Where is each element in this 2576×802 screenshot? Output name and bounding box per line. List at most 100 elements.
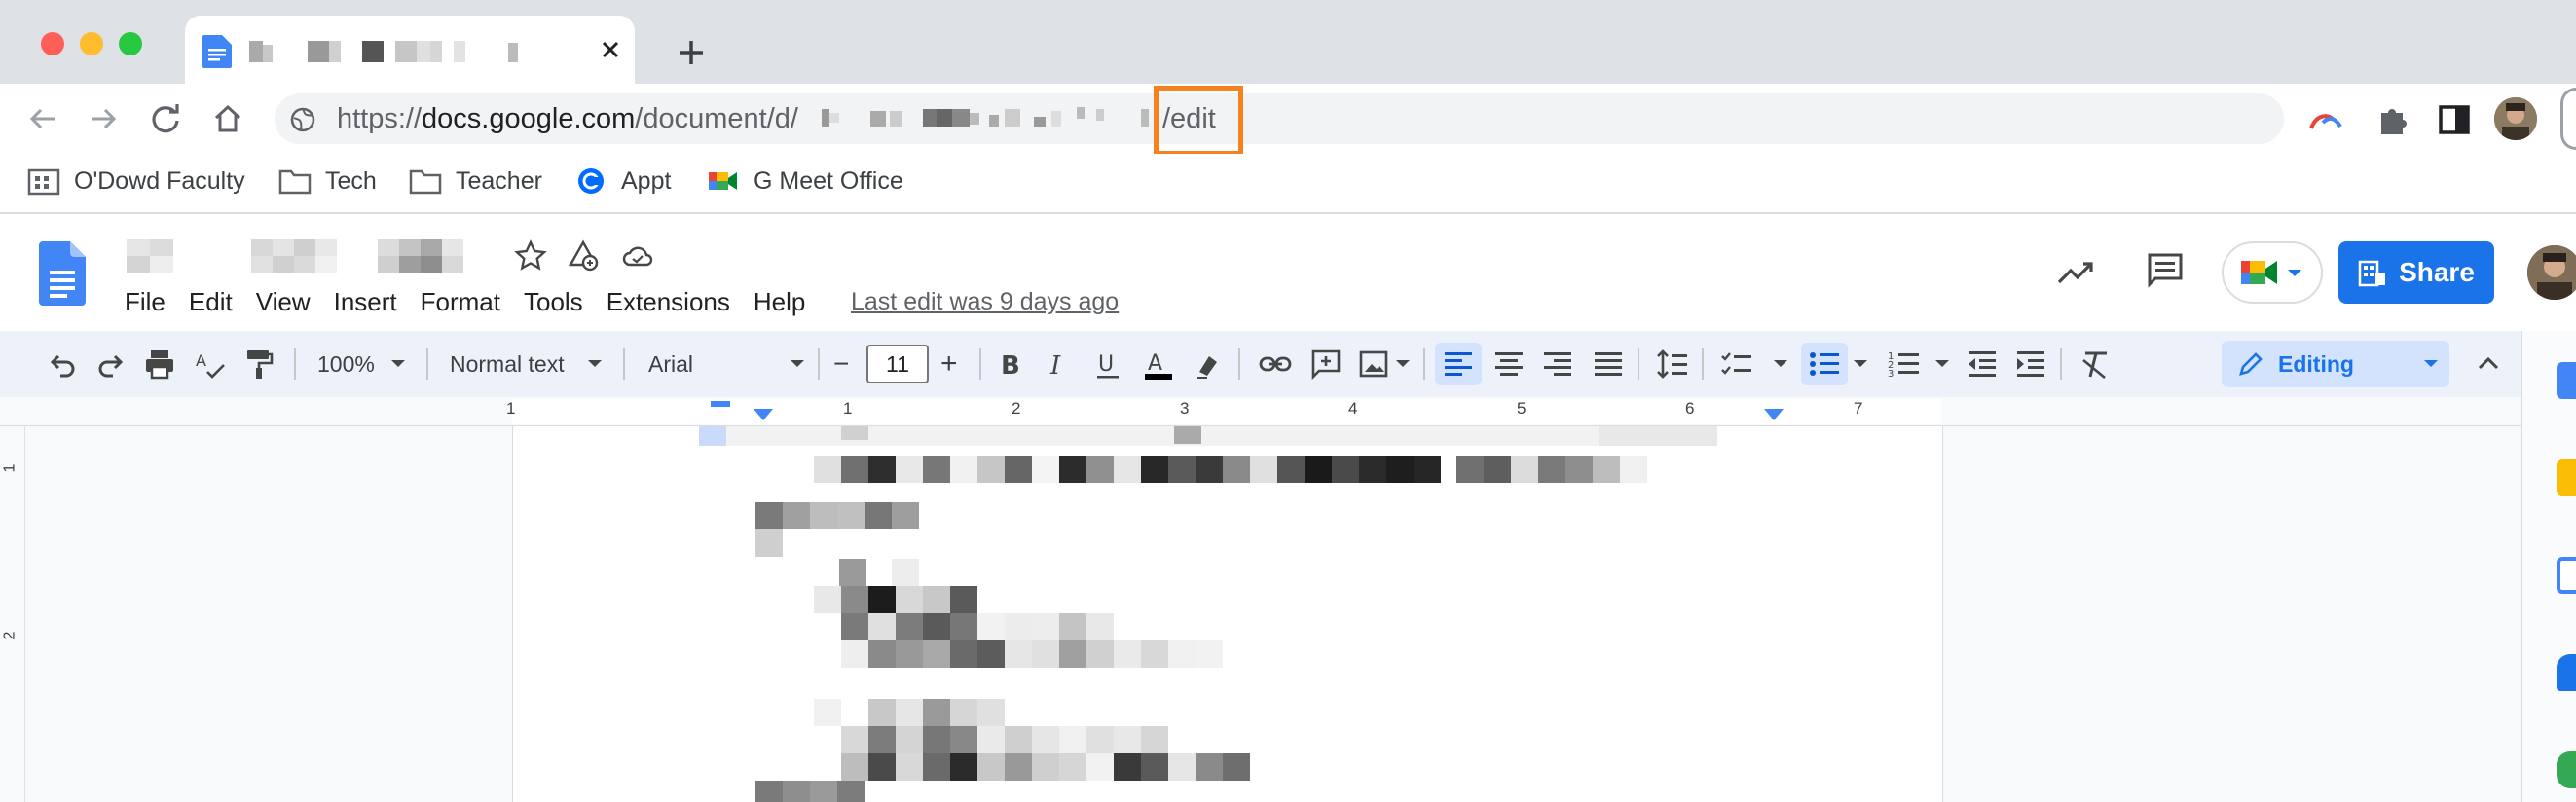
menu-insert[interactable]: Insert [334,282,397,321]
menu-edit[interactable]: Edit [189,282,233,321]
bulleted-list-icon[interactable] [1807,346,1842,382]
google-docs-logo-icon[interactable] [39,241,86,306]
italic-icon[interactable]: I [1042,346,1077,382]
last-edit-link[interactable]: Last edit was 9 days ago [851,282,1119,321]
minimize-window-button[interactable] [80,32,103,55]
menu-extensions[interactable]: Extensions [607,282,730,321]
bookmark-g-meet-office[interactable]: G Meet Office [707,164,903,199]
move-icon[interactable] [567,239,600,273]
account-avatar[interactable] [2527,245,2576,300]
docs-menubar: File Edit View Insert Format Tools Exten… [125,282,828,321]
url-suffix: /edit [1162,103,1216,134]
keep-icon[interactable] [2557,459,2576,496]
ruler-label: 7 [1854,399,1863,418]
share-button[interactable]: Share [2338,241,2494,304]
site-info-icon[interactable] [290,107,315,132]
redo-icon[interactable] [93,346,129,382]
url-text[interactable]: https://docs.google.com/document/d/ [337,100,798,137]
tasks-icon[interactable] [2557,557,2576,594]
maximize-window-button[interactable] [119,32,142,55]
increase-indent-icon[interactable] [2013,346,2048,382]
toolbar-divider [818,348,820,380]
align-center-icon[interactable] [1491,346,1527,382]
extension-arc-icon[interactable] [2307,101,2344,138]
increase-font-size-button[interactable]: + [940,346,958,382]
text-color-icon[interactable]: A [1141,346,1176,382]
menu-tools[interactable]: Tools [524,282,583,321]
bookmark-label: Appt [621,166,672,195]
new-tab-button[interactable] [672,33,711,72]
menu-help[interactable]: Help [754,282,805,321]
decrease-font-size-button[interactable]: − [833,346,849,382]
right-indent-marker[interactable] [1762,409,1785,422]
home-icon[interactable] [210,101,245,136]
align-left-icon[interactable] [1441,346,1476,382]
underline-icon[interactable]: U [1090,346,1125,382]
clear-formatting-icon[interactable] [2078,346,2113,382]
join-meet-button[interactable] [2222,241,2323,304]
checklist-icon[interactable] [1719,346,1754,382]
highlight-color-icon[interactable] [1192,346,1227,382]
comment-history-icon[interactable] [2146,251,2185,290]
vertical-ruler [0,426,25,802]
collapse-menus-icon[interactable] [2471,346,2506,382]
bookmark-appt[interactable]: Appt [574,164,671,199]
menu-format[interactable]: Format [421,282,500,321]
ruler-label: 1 [843,399,853,418]
print-icon[interactable] [142,346,177,382]
bold-icon[interactable]: B [993,346,1028,382]
url-prefix: https:// [337,103,423,134]
star-icon[interactable] [514,239,547,273]
align-right-icon[interactable] [1540,346,1575,382]
spellcheck-icon[interactable]: A [193,346,228,382]
document-title-redacted-3[interactable] [378,239,465,273]
zoom-select[interactable]: 100% [317,346,375,382]
font-size-input[interactable]: 11 [866,345,929,383]
toolbar-divider [1423,348,1425,380]
insert-image-icon[interactable] [1357,346,1392,382]
menu-file[interactable]: File [125,282,166,321]
calendar-icon[interactable] [2557,362,2576,399]
document-title-redacted[interactable] [127,239,173,273]
toolbar-divider [1638,348,1639,380]
reload-icon[interactable] [148,101,183,136]
undo-icon[interactable] [45,346,80,382]
maps-icon[interactable] [2557,751,2576,788]
editing-mode-select[interactable]: Editing [2222,341,2449,387]
bookmark-tech[interactable]: Tech [278,164,377,199]
contacts-icon[interactable] [2557,654,2576,691]
first-line-indent-marker[interactable] [711,401,734,411]
editing-mode-label: Editing [2278,350,2354,377]
browser-tab-active[interactable] [185,16,635,84]
pencil-icon [2239,352,2263,376]
back-icon[interactable] [25,101,60,136]
share-label: Share [2399,257,2475,287]
close-window-button[interactable] [41,32,64,55]
svg-text:I: I [1049,351,1061,381]
cloud-saved-icon[interactable] [621,239,654,273]
bookmark-odowd-faculty[interactable]: O'Dowd Faculty [27,164,245,199]
paint-format-icon[interactable] [241,346,276,382]
decrease-indent-icon[interactable] [1965,346,2000,382]
numbered-list-icon[interactable]: 123 [1887,346,1922,382]
line-spacing-icon[interactable] [1655,346,1690,382]
document-title-redacted-2[interactable] [251,239,358,273]
paragraph-style-select[interactable]: Normal text [450,346,565,382]
justify-icon[interactable] [1591,346,1626,382]
ruler-label: 4 [1348,399,1358,418]
building-bookmark-icon [27,168,60,196]
extensions-puzzle-icon[interactable] [2374,101,2410,138]
close-tab-icon[interactable] [594,33,627,66]
font-select[interactable]: Arial [648,346,693,382]
bookmark-label: O'Dowd Faculty [74,166,245,195]
profile-avatar[interactable] [2494,97,2537,140]
add-comment-icon[interactable] [1308,346,1343,382]
forward-icon[interactable] [86,101,121,136]
bookmark-teacher[interactable]: Teacher [409,164,542,199]
tab-title-redacted [249,41,532,62]
insert-link-icon[interactable] [1258,346,1293,382]
menu-view[interactable]: View [256,282,311,321]
left-indent-marker[interactable] [752,409,775,422]
activity-dashboard-icon[interactable] [2056,255,2095,288]
side-panel-icon[interactable] [2436,101,2473,138]
